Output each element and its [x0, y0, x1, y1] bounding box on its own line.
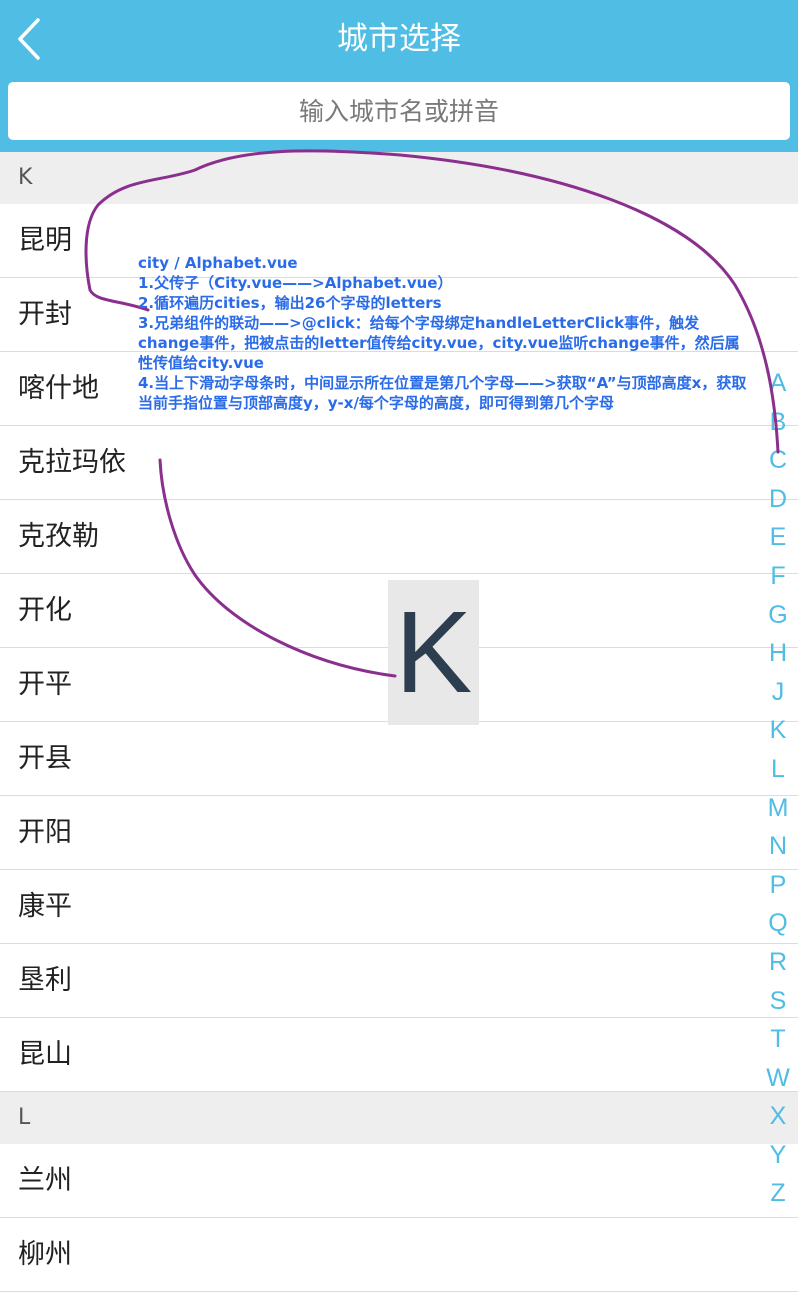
city-item[interactable]: 柳州 — [0, 1218, 798, 1292]
alphabet-letter[interactable]: T — [762, 1020, 794, 1059]
alphabet-letter[interactable]: W — [762, 1059, 794, 1098]
city-group-l: L 兰州 柳州 — [0, 1092, 798, 1292]
alphabet-letter[interactable]: C — [762, 441, 794, 480]
alphabet-letter[interactable]: M — [762, 789, 794, 828]
alphabet-letter[interactable]: Z — [762, 1174, 794, 1213]
alphabet-index-bar[interactable]: A B C D E F G H J K L M N P Q R S T W X … — [762, 364, 794, 1213]
city-item[interactable]: 昆山 — [0, 1018, 798, 1092]
alphabet-letter[interactable]: Q — [762, 904, 794, 943]
alphabet-letter[interactable]: X — [762, 1097, 794, 1136]
alphabet-letter[interactable]: F — [762, 557, 794, 596]
search-input[interactable] — [8, 82, 790, 140]
annotation-line: 2.循环遍历cities，输出26个字母的letters — [138, 294, 442, 312]
back-button[interactable] — [10, 14, 50, 64]
city-item[interactable]: 康平 — [0, 870, 798, 944]
city-item[interactable]: 开县 — [0, 722, 798, 796]
group-header: L — [0, 1092, 798, 1144]
annotation-note: city / Alphabet.vue 1.父传子（City.vue——>Alp… — [138, 253, 753, 413]
app-header: 城市选择 — [0, 0, 798, 80]
alphabet-letter[interactable]: K — [762, 711, 794, 750]
annotation-line: 4.当上下滑动字母条时，中间显示所在位置是第几个字母——>获取“A”与顶部高度x… — [138, 374, 747, 412]
city-item[interactable]: 克拉玛依 — [0, 426, 798, 500]
city-item[interactable]: 兰州 — [0, 1144, 798, 1218]
alphabet-letter[interactable]: P — [762, 866, 794, 905]
current-letter-indicator: K — [388, 580, 479, 725]
annotation-line: city / Alphabet.vue — [138, 254, 298, 272]
alphabet-letter[interactable]: H — [762, 634, 794, 673]
city-item[interactable]: 开阳 — [0, 796, 798, 870]
city-item[interactable]: 垦利 — [0, 944, 798, 1018]
alphabet-letter[interactable]: Y — [762, 1136, 794, 1175]
annotation-line: 1.父传子（City.vue——>Alphabet.vue） — [138, 274, 453, 292]
alphabet-letter[interactable]: A — [762, 364, 794, 403]
alphabet-letter[interactable]: J — [762, 673, 794, 712]
search-bar — [0, 80, 798, 152]
alphabet-letter[interactable]: D — [762, 480, 794, 519]
group-header: K — [0, 152, 798, 204]
chevron-left-icon — [18, 18, 40, 60]
annotation-line: 3.兄弟组件的联动——>@click：给每个字母绑定handleLetterCl… — [138, 314, 740, 372]
alphabet-letter[interactable]: B — [762, 403, 794, 442]
alphabet-letter[interactable]: E — [762, 518, 794, 557]
city-item[interactable]: 克孜勒 — [0, 500, 798, 574]
alphabet-letter[interactable]: L — [762, 750, 794, 789]
alphabet-letter[interactable]: G — [762, 596, 794, 635]
alphabet-letter[interactable]: R — [762, 943, 794, 982]
alphabet-letter[interactable]: N — [762, 827, 794, 866]
page-title: 城市选择 — [337, 21, 461, 57]
alphabet-letter[interactable]: S — [762, 982, 794, 1021]
